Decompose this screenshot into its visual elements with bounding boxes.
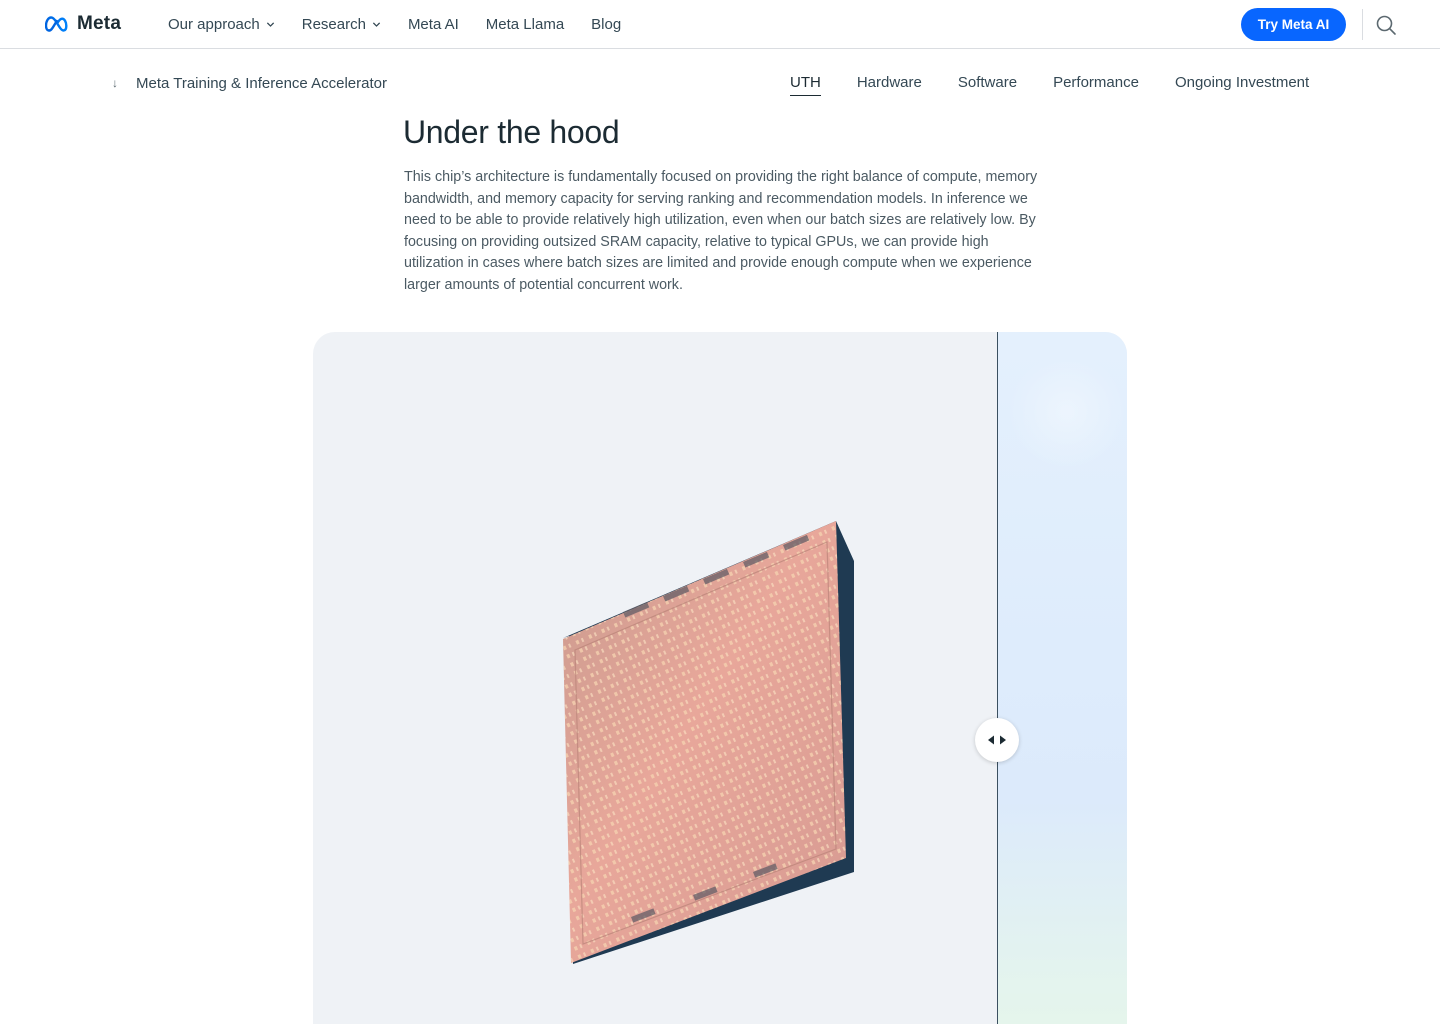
section-jump-link[interactable]: ↓ Meta Training & Inference Accelerator	[112, 72, 387, 94]
section-tabs: UTH Hardware Software Performance Ongoin…	[790, 72, 1345, 96]
nav-item-meta-ai[interactable]: Meta AI	[408, 16, 459, 33]
subnav-title: Meta Training & Inference Accelerator	[136, 74, 387, 92]
tab-uth[interactable]: UTH	[790, 72, 821, 96]
arrow-down-icon: ↓	[112, 76, 118, 90]
chevron-down-icon	[266, 21, 274, 27]
comparison-after-panel	[997, 332, 1127, 1024]
search-icon	[1376, 15, 1396, 35]
meta-infinity-icon	[45, 16, 68, 32]
chevron-down-icon	[372, 21, 381, 27]
nav-item-label: Blog	[591, 15, 622, 33]
top-navigation: Meta Our approach Research Meta AI Meta …	[0, 0, 1440, 49]
chip-image	[563, 521, 854, 964]
comparison-divider[interactable]	[997, 332, 998, 1024]
comparison-handle[interactable]	[975, 718, 1019, 762]
nav-item-label: Meta AI	[407, 15, 459, 33]
nav-item-our-approach[interactable]: Our approach	[168, 16, 275, 33]
tab-ongoing-investment[interactable]: Ongoing Investment	[1175, 72, 1309, 94]
section-heading: Under the hood	[403, 114, 620, 150]
tab-hardware[interactable]: Hardware	[857, 72, 922, 94]
image-comparison-slider[interactable]	[313, 332, 1127, 1024]
nav-item-research[interactable]: Research	[302, 16, 381, 33]
panel-glow	[1007, 352, 1127, 472]
search-button[interactable]	[1375, 14, 1397, 36]
try-meta-ai-button[interactable]: Try Meta AI	[1241, 8, 1346, 41]
nav-divider	[1362, 9, 1363, 40]
nav-item-meta-llama[interactable]: Meta Llama	[486, 16, 564, 33]
tab-software[interactable]: Software	[958, 72, 1017, 94]
meta-logo[interactable]: Meta	[45, 13, 121, 35]
left-right-arrows-icon	[988, 735, 1006, 745]
nav-item-label: Research	[301, 15, 366, 33]
primary-nav: Our approach Research Meta AI Meta Llama…	[168, 0, 648, 48]
logo-text: Meta	[77, 13, 122, 34]
section-body: This chip’s architecture is fundamentall…	[404, 169, 1038, 293]
nav-item-blog[interactable]: Blog	[591, 16, 621, 33]
nav-item-label: Our approach	[168, 15, 260, 33]
nav-item-label: Meta Llama	[485, 15, 565, 33]
tab-performance[interactable]: Performance	[1053, 72, 1139, 94]
